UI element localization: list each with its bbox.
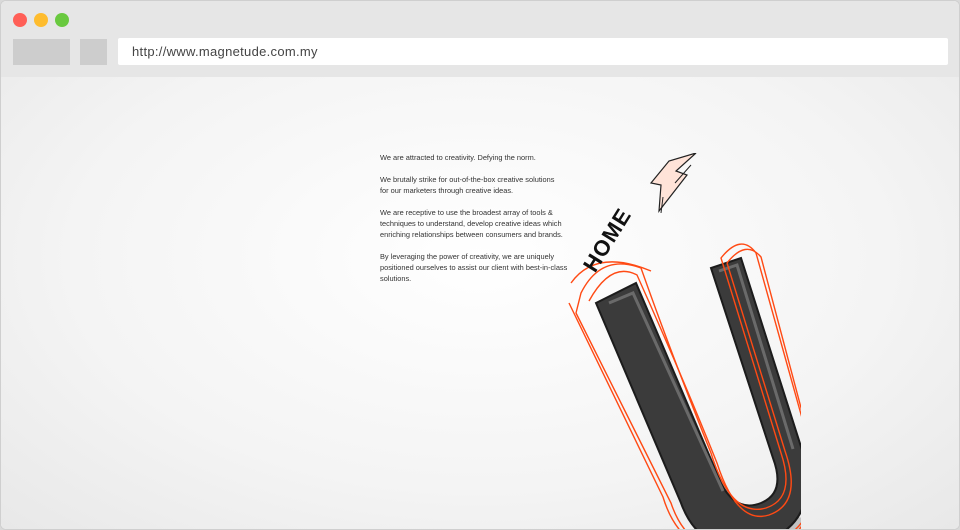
maximize-window-button[interactable] bbox=[55, 13, 69, 27]
back-button[interactable] bbox=[13, 39, 70, 65]
page-content: We are attracted to creativity. Defying … bbox=[1, 77, 959, 529]
lightning-bolt-icon bbox=[649, 153, 697, 214]
address-bar-url: http://www.magnetude.com.my bbox=[132, 44, 318, 59]
magnet-illustration[interactable] bbox=[541, 153, 801, 530]
minimize-window-button[interactable] bbox=[34, 13, 48, 27]
browser-chrome: http://www.magnetude.com.my bbox=[1, 1, 959, 77]
address-bar[interactable]: http://www.magnetude.com.my bbox=[118, 38, 948, 65]
forward-button[interactable] bbox=[80, 39, 107, 65]
magnet-icon bbox=[594, 256, 801, 529]
browser-window: http://www.magnetude.com.my We are attra… bbox=[0, 0, 960, 530]
close-window-button[interactable] bbox=[13, 13, 27, 27]
